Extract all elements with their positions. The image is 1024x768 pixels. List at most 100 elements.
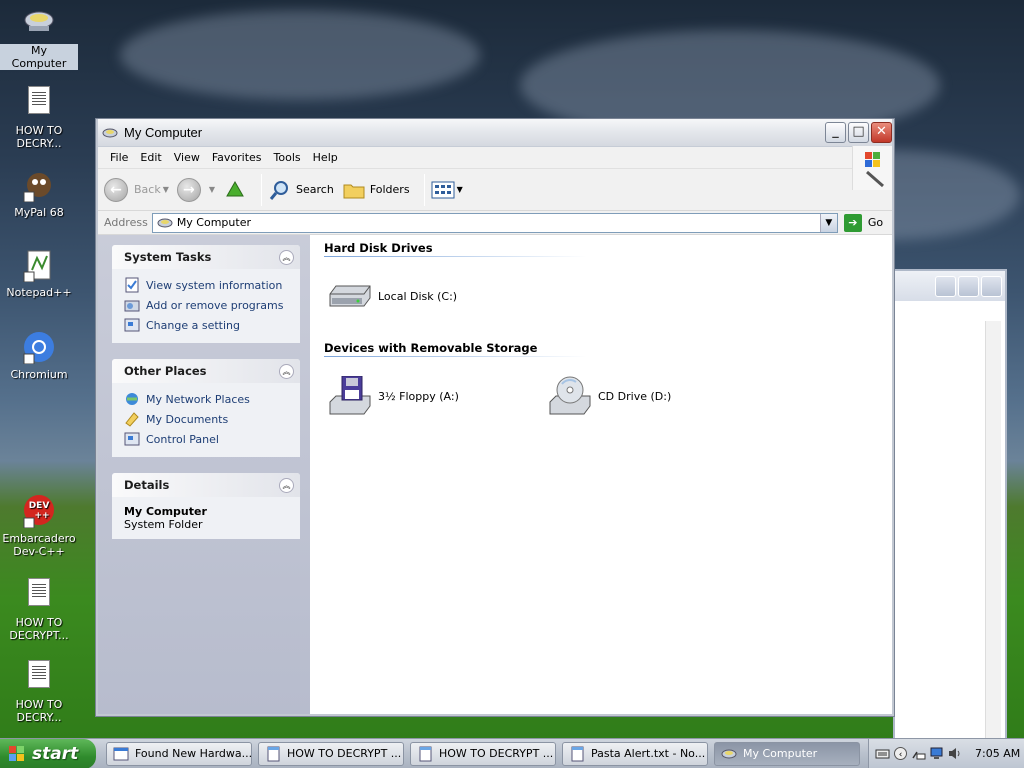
collapse-chevron-icon[interactable]: ︽	[279, 249, 294, 265]
dropdown-arrow-icon[interactable]: ▼	[209, 185, 215, 194]
start-label: start	[32, 743, 79, 764]
desktop-icon-notepadpp[interactable]: Notepad++	[0, 248, 78, 299]
keyboard-icon[interactable]	[875, 746, 890, 761]
drive-cd-d[interactable]: CD Drive (D:)	[546, 376, 766, 416]
file-view: Hard Disk Drives Local Disk (C:) Devices…	[310, 235, 892, 714]
devcpp-icon: DEV ++	[22, 494, 56, 529]
dropdown-arrow-icon[interactable]: ▼	[163, 185, 169, 194]
drive-local-disk-c[interactable]: Local Disk (C:)	[326, 276, 546, 316]
my-computer-icon	[721, 749, 737, 758]
drive-label: Local Disk (C:)	[378, 289, 458, 303]
menu-favorites[interactable]: Favorites	[206, 151, 268, 164]
desktop-icon-how-to-decrypt-2[interactable]: HOW TO DECRYPT...	[0, 578, 78, 642]
menu-edit[interactable]: Edit	[134, 151, 167, 164]
task-label: Change a setting	[146, 318, 240, 332]
menu-tools[interactable]: Tools	[268, 151, 307, 164]
taskbar-button-my-computer[interactable]: My Computer	[714, 741, 860, 766]
taskbar-button-label: My Computer	[743, 747, 818, 760]
window-body: System Tasks ︽ View system information A…	[98, 235, 892, 714]
vertical-scrollbar[interactable]	[985, 321, 1001, 741]
my-documents-icon	[125, 412, 139, 427]
task-label: Add or remove programs	[146, 298, 284, 312]
drive-label: CD Drive (D:)	[598, 389, 672, 403]
clock[interactable]: 7:05 AM	[975, 747, 1020, 760]
task-change-setting[interactable]: Change a setting	[124, 315, 292, 335]
place-my-documents[interactable]: My Documents	[124, 409, 292, 429]
my-computer-icon	[157, 218, 173, 227]
details-header[interactable]: Details ︽	[112, 473, 300, 497]
close-button[interactable]	[981, 276, 1002, 297]
desktop-icon-devcpp[interactable]: DEV ++ Embarcadero Dev-C++	[0, 494, 78, 558]
network-places-icon	[126, 393, 138, 405]
hard-disk-icon	[329, 285, 371, 307]
menu-file[interactable]: File	[104, 151, 134, 164]
toolbar-separator	[423, 173, 425, 206]
go-button[interactable]: ➔ Go	[843, 213, 884, 232]
notepad-icon	[267, 746, 280, 761]
search-button[interactable]: Search	[268, 178, 334, 202]
desktop-icon-label: HOW TO DECRY...	[15, 698, 63, 724]
maximize-button[interactable]	[958, 276, 979, 297]
maximize-button[interactable]: □	[848, 122, 869, 143]
back-button[interactable]: ← Back ▼	[104, 177, 169, 202]
place-control-panel[interactable]: Control Panel	[124, 429, 292, 449]
desktop-icon-label: MyPal 68	[14, 206, 64, 219]
folders-icon	[343, 184, 365, 198]
address-dropdown-button[interactable]: ▼	[819, 213, 837, 232]
collapse-chevron-icon[interactable]: ︽	[279, 363, 294, 379]
hard-disk-drives-list: Local Disk (C:)	[324, 257, 892, 335]
collapse-chevron-icon[interactable]: ︽	[279, 477, 294, 493]
close-button[interactable]: ✕	[871, 122, 892, 143]
address-field[interactable]: My Computer ▼	[151, 212, 838, 233]
taskbar-button-label: HOW TO DECRYPT ...	[439, 747, 554, 760]
group-header-removable-storage: Devices with Removable Storage	[324, 339, 586, 357]
svg-text:++: ++	[34, 511, 49, 521]
expand-tray-icon[interactable]: ‹	[893, 746, 908, 761]
taskbar-button-pasta-alert[interactable]: Pasta Alert.txt - No...	[562, 741, 708, 766]
taskbar-button-how-to-decrypt-2[interactable]: HOW TO DECRYPT ...	[410, 741, 556, 766]
volume-icon[interactable]	[947, 746, 962, 761]
task-label: View system information	[146, 278, 283, 292]
desktop-icon-my-computer[interactable]: My Computer	[0, 6, 78, 70]
windows-logo-icon	[852, 146, 892, 190]
taskbar-button-how-to-decrypt-1[interactable]: HOW TO DECRYPT ...	[258, 741, 404, 766]
monitor-icon[interactable]	[929, 746, 944, 761]
task-add-remove-programs[interactable]: Add or remove programs	[124, 295, 292, 315]
place-my-network-places[interactable]: My Network Places	[124, 389, 292, 409]
text-document-icon	[22, 86, 56, 120]
views-icon	[431, 181, 455, 198]
folders-label: Folders	[369, 183, 410, 196]
window-titlebar[interactable]: My Computer _ □ ✕	[98, 119, 892, 147]
go-label: Go	[867, 216, 884, 229]
drive-floppy-a[interactable]: 3½ Floppy (A:)	[326, 376, 546, 416]
background-window-titlebar[interactable]	[895, 271, 1005, 301]
other-places-header[interactable]: Other Places ︽	[112, 359, 300, 383]
mypal-icon	[22, 168, 56, 203]
desktop-icon-chromium[interactable]: Chromium	[0, 330, 78, 381]
notepad-icon	[571, 746, 584, 761]
start-button[interactable]: start	[0, 738, 96, 768]
views-button[interactable]: ▼	[431, 180, 463, 200]
desktop-icon-mypal[interactable]: MyPal 68	[0, 168, 78, 219]
control-panel-icon	[124, 432, 140, 446]
windows-flag-icon	[9, 745, 24, 761]
forward-button[interactable]: → ▼	[176, 177, 215, 202]
background-window[interactable]	[893, 269, 1007, 744]
network-icon[interactable]	[911, 746, 926, 761]
up-button[interactable]	[223, 178, 247, 202]
folders-button[interactable]: Folders	[342, 178, 410, 202]
details-type: System Folder	[124, 518, 203, 531]
desktop-icon-how-to-decrypt-1[interactable]: HOW TO DECRY...	[0, 86, 78, 150]
my-computer-icon	[22, 6, 56, 40]
minimize-button[interactable]	[935, 276, 956, 297]
menu-help[interactable]: Help	[307, 151, 344, 164]
desktop-icon-how-to-decrypt-3[interactable]: HOW TO DECRY...	[0, 660, 78, 724]
address-bar: Address My Computer ▼ ➔ Go	[98, 211, 892, 235]
system-tasks-header[interactable]: System Tasks ︽	[112, 245, 300, 269]
minimize-button[interactable]: _	[825, 122, 846, 143]
my-computer-window[interactable]: My Computer _ □ ✕ File Edit View Favorit…	[96, 119, 894, 716]
taskbar-button-found-new-hardware[interactable]: Found New Hardwa...	[106, 741, 252, 766]
task-view-system-information[interactable]: View system information	[124, 275, 292, 295]
dropdown-arrow-icon[interactable]: ▼	[457, 185, 463, 194]
menu-view[interactable]: View	[168, 151, 206, 164]
